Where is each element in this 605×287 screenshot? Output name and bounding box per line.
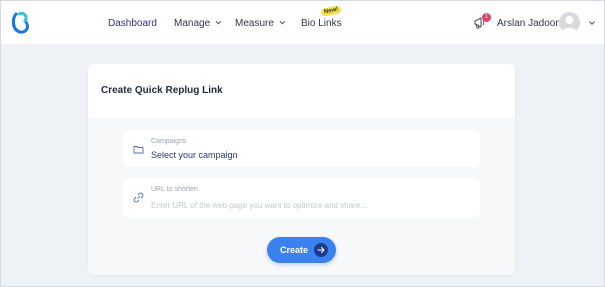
user-menu-chevron-icon[interactable] bbox=[589, 19, 595, 25]
replug-logo-icon[interactable] bbox=[10, 10, 34, 36]
nav-measure[interactable]: Measure bbox=[235, 1, 286, 45]
campaign-select[interactable]: Campaigns Select your campaign bbox=[123, 130, 480, 167]
url-input[interactable] bbox=[151, 199, 471, 212]
chevron-down-icon bbox=[215, 18, 222, 25]
nav-bio-links-label: Bio Links bbox=[301, 17, 342, 29]
nav-dashboard[interactable]: Dashboard bbox=[108, 1, 157, 45]
user-silhouette-icon bbox=[562, 16, 577, 33]
url-field[interactable]: URL to shorten bbox=[123, 178, 480, 218]
create-button[interactable]: Create bbox=[267, 237, 336, 263]
card-title: Create Quick Replug Link bbox=[101, 85, 223, 96]
nav-manage[interactable]: Manage bbox=[174, 1, 222, 45]
campaign-label: Campaigns bbox=[151, 138, 187, 145]
top-navigation-bar: Dashboard Manage Measure Bio Links New! … bbox=[1, 1, 604, 45]
card-header: Create Quick Replug Link bbox=[88, 64, 515, 118]
url-label: URL to shorten bbox=[151, 186, 198, 193]
create-button-label: Create bbox=[280, 245, 309, 255]
folder-icon bbox=[133, 146, 144, 154]
link-icon bbox=[133, 192, 144, 203]
campaign-value: Select your campaign bbox=[151, 150, 238, 160]
user-name[interactable]: Arslan Jadoon bbox=[497, 1, 561, 45]
chevron-down-icon bbox=[279, 18, 286, 25]
arrow-right-icon bbox=[314, 243, 328, 257]
nav-measure-label: Measure bbox=[235, 17, 274, 29]
nav-manage-label: Manage bbox=[174, 17, 211, 29]
avatar[interactable] bbox=[559, 12, 580, 33]
nav-dashboard-label: Dashboard bbox=[108, 17, 157, 29]
quick-link-card: Create Quick Replug Link Campaigns Selec… bbox=[88, 64, 515, 275]
notification-count-badge: 1 bbox=[482, 13, 491, 22]
